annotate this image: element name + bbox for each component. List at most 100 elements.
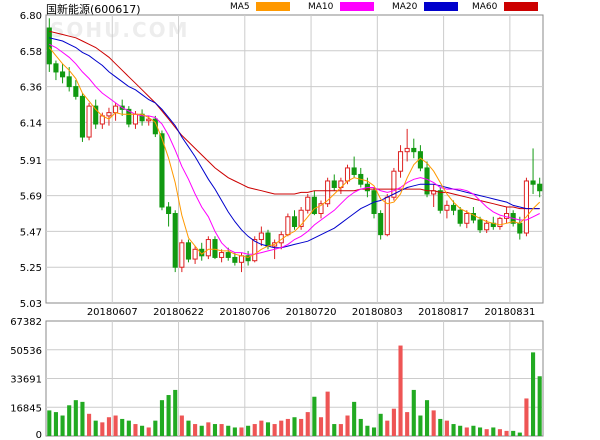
volume-bar	[279, 420, 284, 436]
volume-bar	[517, 432, 522, 436]
candle-body	[404, 147, 410, 153]
volume-bar	[53, 412, 58, 436]
volume-bar	[67, 405, 72, 436]
date-tick-label: 20180817	[418, 307, 469, 318]
volume-bar	[219, 424, 224, 436]
volume-bar	[126, 420, 131, 436]
volume-bar	[378, 413, 383, 436]
candle-body	[477, 219, 483, 231]
volume-bar	[179, 415, 184, 436]
volume-bar	[159, 400, 165, 436]
volume-bar	[405, 412, 410, 436]
volume-bar	[60, 415, 65, 436]
price-tick-label: 6.58	[20, 47, 42, 58]
price-panel-frame	[45, 14, 544, 304]
candle-body	[46, 27, 52, 65]
candle-body	[106, 112, 112, 117]
volume-bar	[120, 418, 125, 436]
volume-bar	[471, 425, 476, 436]
volume-bar	[305, 412, 310, 436]
candle-body	[258, 232, 264, 241]
candle-body	[79, 95, 86, 138]
volume-bar	[100, 422, 105, 436]
candle-body	[437, 190, 443, 211]
candle-body	[185, 242, 192, 260]
candle-body	[444, 204, 450, 211]
volume-bar	[511, 430, 516, 436]
volume-bar	[312, 396, 317, 436]
candle-body	[411, 147, 417, 153]
volume-bar	[73, 400, 78, 436]
candle-body	[192, 248, 198, 260]
volume-bar	[259, 420, 264, 436]
candle-body	[450, 204, 457, 211]
candle-body	[252, 239, 258, 262]
candle-body	[457, 209, 463, 224]
candle-body	[464, 213, 470, 224]
candle-body	[212, 239, 218, 258]
volume-bar	[464, 427, 469, 436]
volume-bar	[265, 422, 271, 436]
volume-bar	[424, 400, 430, 436]
volume-bar	[484, 429, 489, 436]
price-tick-label: 6.14	[20, 118, 42, 129]
volume-bar	[292, 417, 297, 436]
price-tick-label: 6.80	[20, 11, 42, 22]
volume-bar	[239, 427, 244, 436]
volume-bar	[444, 420, 449, 436]
date-tick-label: 20180607	[87, 307, 138, 318]
volume-bar	[153, 420, 158, 436]
volume-bar	[418, 415, 423, 436]
volume-bar	[491, 427, 496, 436]
volume-bar	[497, 429, 502, 436]
volume-bar	[299, 418, 304, 436]
volume-bar	[438, 418, 443, 436]
stock-chart: SOHU.COM 国新能源(600617) MA5 MA10 MA20 MA60…	[0, 0, 600, 440]
volume-bar	[285, 418, 290, 436]
candle-body	[265, 232, 271, 247]
price-tick-label: 5.47	[20, 227, 42, 238]
volume-bar	[365, 425, 370, 436]
candle-body	[225, 252, 231, 258]
volume-tick-label: 50536	[10, 346, 42, 357]
volume-bar	[133, 424, 138, 436]
candle-body	[484, 222, 490, 231]
volume-bar	[193, 424, 198, 436]
candle-body	[238, 255, 245, 263]
volume-bar	[113, 415, 118, 436]
volume-bar	[398, 345, 403, 436]
volume-tick-label: 67382	[10, 317, 42, 328]
price-tick-label: 5.69	[20, 192, 42, 203]
price-tick-label: 5.03	[20, 299, 42, 310]
volume-bar	[186, 420, 191, 436]
volume-bar	[477, 427, 483, 436]
volume-bar	[173, 389, 178, 436]
volume-bar	[199, 425, 204, 436]
candle-body	[537, 183, 543, 192]
candle-body	[397, 151, 404, 172]
candle-body	[73, 86, 79, 97]
volume-bar	[345, 415, 350, 436]
volume-bar	[232, 427, 237, 436]
candle-body	[66, 76, 72, 88]
candle-body	[132, 113, 139, 125]
candle-body	[523, 180, 529, 234]
volume-bar	[166, 395, 171, 436]
volume-bar	[252, 424, 257, 436]
volume-bar	[332, 424, 337, 436]
candle-body	[60, 71, 66, 78]
candle-body	[179, 242, 185, 268]
candle-body	[517, 222, 523, 234]
date-tick-label: 20180720	[286, 307, 337, 318]
volume-tick-label: 0	[36, 430, 42, 440]
candle-body	[86, 105, 92, 138]
volume-bar	[226, 425, 231, 436]
candle-body	[351, 167, 357, 175]
candle-body	[172, 213, 178, 268]
date-tick-label: 20180831	[484, 307, 535, 318]
ma60-line	[49, 30, 540, 210]
candle-body	[530, 180, 536, 185]
candle-body	[285, 216, 291, 236]
volume-bar	[325, 391, 330, 436]
volume-bar	[537, 376, 542, 436]
